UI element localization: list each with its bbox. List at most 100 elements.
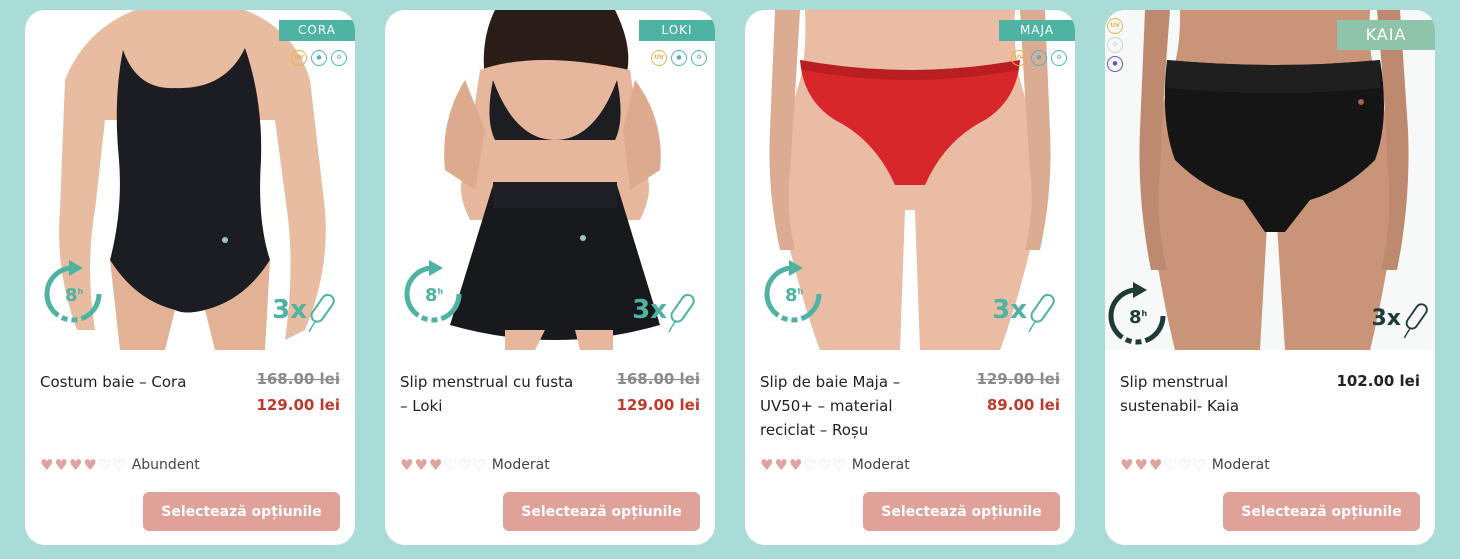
flow-hearts: ♥ ♥ ♥ ♥ ♡ ♡ [40, 457, 126, 473]
heart-filled-icon: ♥ [1148, 456, 1163, 474]
heart-filled-icon: ♥ [774, 456, 788, 474]
heart-filled-icon: ♥ [400, 456, 414, 474]
feature-badges: UV ● ♻ [651, 50, 707, 66]
flow-label: Moderat [491, 457, 550, 473]
product-tag: KAIA [1337, 20, 1435, 50]
tampon-equivalent: 3x [992, 288, 1061, 332]
tampon-icon [1403, 303, 1428, 338]
hours-value: 8 [1129, 307, 1142, 328]
feature-badges: UV ♻ ● [1107, 18, 1123, 72]
water-drop-icon: ● [1031, 50, 1047, 66]
product-tag: MAJA [999, 20, 1075, 41]
select-options-button[interactable]: Selectează opțiunile [1223, 492, 1420, 531]
heart-empty-icon: ♡ [1163, 456, 1177, 474]
flow-rating: ♥ ♥ ♥ ♡ ♡ ♡ Moderat [1120, 457, 1270, 473]
flow-rating: ♥ ♥ ♥ ♡ ♡ ♡ Moderat [760, 457, 910, 473]
tampon-icon [308, 293, 335, 332]
tampon-icon [1028, 293, 1055, 332]
old-price: 129.00 lei [976, 370, 1060, 388]
uv-protection-icon: UV [1011, 50, 1027, 66]
heart-filled-icon: ♥ [428, 456, 443, 474]
product-image-loki[interactable]: LOKI UV ● ♻ 8h 3x [385, 10, 715, 350]
price-block: 168.00 lei 129.00 lei [256, 367, 340, 419]
product-image-cora[interactable]: CORA UV ● ♻ 8h 3x [25, 10, 355, 350]
8-hours-icon: 8h [403, 260, 463, 330]
feature-badges: UV ● ♻ [291, 50, 347, 66]
heart-filled-icon: ♥ [68, 456, 83, 474]
tampon-equivalent: 3x [1372, 298, 1436, 338]
sale-price: 89.00 lei [986, 396, 1060, 414]
hours-value: 8 [65, 285, 78, 306]
heart-filled-icon: ♥ [54, 456, 68, 474]
tampon-count: 3x [632, 295, 667, 325]
water-drop-icon: ● [1107, 56, 1123, 72]
tampon-equivalent: 3x [272, 288, 341, 332]
hours-unit: h [797, 287, 804, 296]
heart-filled-icon: ♥ [1134, 456, 1148, 474]
recycle-icon: ♻ [1107, 37, 1123, 53]
hours-value: 8 [785, 285, 798, 306]
heart-filled-icon: ♥ [83, 456, 97, 474]
feature-badges: UV ● ♻ [1011, 50, 1067, 66]
flow-rating: ♥ ♥ ♥ ♥ ♡ ♡ Abundent [40, 457, 200, 473]
product-card-cora[interactable]: CORA UV ● ♻ 8h 3x Costum baie – Cora 168… [25, 10, 355, 545]
product-title[interactable]: Slip de baie Maja – UV50+ – material rec… [760, 370, 945, 442]
hours-unit: h [1141, 309, 1148, 318]
hours-unit: h [437, 287, 444, 296]
water-drop-icon: ● [671, 50, 687, 66]
product-tag: LOKI [639, 20, 715, 41]
product-title[interactable]: Costum baie – Cora [40, 370, 225, 394]
recycle-icon: ♻ [1051, 50, 1067, 66]
heart-empty-icon: ♡ [1192, 456, 1206, 474]
8-hours-icon: 8h [763, 260, 823, 330]
flow-label: Moderat [851, 457, 910, 473]
heart-empty-icon: ♡ [472, 456, 486, 474]
tampon-equivalent: 3x [632, 288, 701, 332]
heart-empty-icon: ♡ [832, 456, 846, 474]
select-options-button[interactable]: Selectează opțiunile [143, 492, 340, 531]
8-hours-icon: 8h [43, 260, 103, 330]
heart-empty-icon: ♡ [457, 456, 472, 474]
heart-empty-icon: ♡ [443, 456, 457, 474]
product-image-kaia[interactable]: KAIA UV ♻ ● 8h 3x [1105, 10, 1435, 350]
price-block: 102.00 lei [1336, 367, 1420, 395]
hours-value: 8 [425, 285, 438, 306]
heart-filled-icon: ♥ [788, 456, 803, 474]
heart-empty-icon: ♡ [817, 456, 832, 474]
heart-filled-icon: ♥ [1120, 456, 1134, 474]
heart-empty-icon: ♡ [1177, 456, 1192, 474]
sale-price: 129.00 lei [256, 396, 340, 414]
hours-unit: h [77, 287, 84, 296]
heart-filled-icon: ♥ [760, 456, 774, 474]
water-drop-icon: ● [311, 50, 327, 66]
product-tag: CORA [279, 20, 355, 41]
product-card-kaia[interactable]: KAIA UV ♻ ● 8h 3x Slip menstrual sustena… [1105, 10, 1435, 545]
tampon-count: 3x [992, 295, 1027, 325]
recycle-icon: ♻ [691, 50, 707, 66]
product-card-maja[interactable]: MAJA UV ● ♻ 8h 3x Slip de baie Maja – UV… [745, 10, 1075, 545]
select-options-button[interactable]: Selectează opțiunile [503, 492, 700, 531]
8-hours-icon: 8h [1107, 282, 1167, 350]
heart-empty-icon: ♡ [97, 456, 112, 474]
old-price: 168.00 lei [256, 370, 340, 388]
heart-empty-icon: ♡ [112, 456, 126, 474]
flow-label: Abundent [131, 457, 200, 473]
uv-protection-icon: UV [651, 50, 667, 66]
sale-price: 129.00 lei [616, 396, 700, 414]
product-title[interactable]: Slip menstrual cu fusta – Loki [400, 370, 585, 418]
flow-hearts: ♥ ♥ ♥ ♡ ♡ ♡ [1120, 457, 1206, 473]
flow-hearts: ♥ ♥ ♥ ♡ ♡ ♡ [400, 457, 486, 473]
price-block: 129.00 lei 89.00 lei [976, 367, 1060, 419]
product-image-maja[interactable]: MAJA UV ● ♻ 8h 3x [745, 10, 1075, 350]
uv-protection-icon: UV [1107, 18, 1123, 34]
price-block: 168.00 lei 129.00 lei [616, 367, 700, 419]
recycle-icon: ♻ [331, 50, 347, 66]
tampon-count: 3x [1371, 305, 1402, 331]
select-options-button[interactable]: Selectează opțiunile [863, 492, 1060, 531]
product-card-loki[interactable]: LOKI UV ● ♻ 8h 3x Slip menstrual cu fust… [385, 10, 715, 545]
heart-filled-icon: ♥ [414, 456, 428, 474]
price: 102.00 lei [1336, 372, 1420, 390]
product-title[interactable]: Slip menstrual sustenabil- Kaia [1120, 370, 1305, 418]
flow-label: Moderat [1211, 457, 1270, 473]
heart-filled-icon: ♥ [40, 456, 54, 474]
